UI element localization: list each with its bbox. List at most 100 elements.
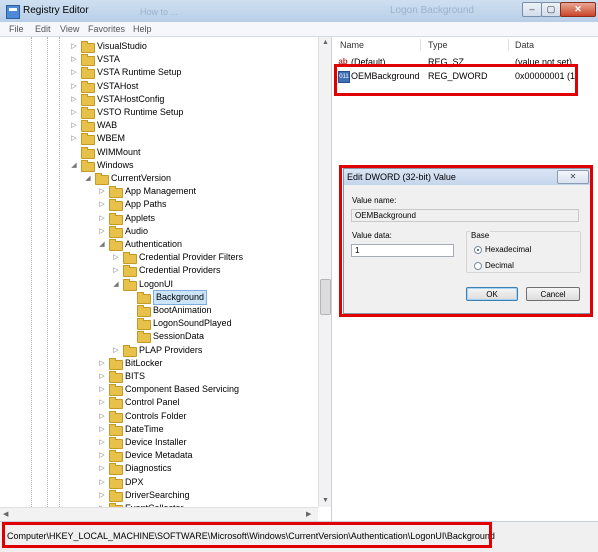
tree-key-plap-providers[interactable]: ▷ PLAP Providers bbox=[0, 344, 318, 357]
expand-arrow-icon[interactable]: ▷ bbox=[98, 476, 106, 489]
expand-arrow-icon[interactable]: ▷ bbox=[70, 132, 78, 145]
scroll-down-icon[interactable]: ▼ bbox=[322, 497, 329, 504]
collapse-arrow-icon[interactable]: ◢ bbox=[70, 159, 78, 172]
key-tree-pane[interactable]: ▷ VisualStudio ▷ VSTA ▷ VSTA Runtime Setup ▷ VS… bbox=[0, 37, 332, 521]
expand-arrow-icon[interactable]: ▷ bbox=[70, 106, 78, 119]
tree-key-bootanimation[interactable]: BootAnimation bbox=[0, 304, 318, 317]
expand-arrow-icon[interactable]: ▷ bbox=[70, 119, 78, 132]
tree-key-device-metadata[interactable]: ▷ Device Metadata bbox=[0, 449, 318, 463]
tree-key-label[interactable]: Controls Folder bbox=[125, 410, 187, 423]
tree-key-label[interactable]: VSTO Runtime Setup bbox=[97, 106, 183, 119]
tree-key-label[interactable]: VSTA Runtime Setup bbox=[97, 66, 181, 79]
tree-key-vstahost[interactable]: ▷ VSTAHost bbox=[0, 80, 318, 93]
tree-key-device-installer[interactable]: ▷ Device Installer bbox=[0, 436, 318, 449]
expand-arrow-icon[interactable]: ▷ bbox=[112, 251, 120, 264]
expand-arrow-icon[interactable]: ▷ bbox=[98, 225, 106, 238]
tree-key-label[interactable]: DateTime bbox=[125, 423, 164, 436]
tree-key-label[interactable]: App Management bbox=[125, 185, 196, 198]
expand-arrow-icon[interactable]: ▷ bbox=[98, 198, 106, 211]
tree-key-label[interactable]: BITS bbox=[125, 370, 145, 383]
tree-key-label[interactable]: Background bbox=[153, 289, 208, 305]
expand-arrow-icon[interactable]: ▷ bbox=[70, 40, 78, 53]
tree-key-wbem[interactable]: ▷ WBEM bbox=[0, 132, 318, 146]
scroll-up-icon[interactable]: ▲ bbox=[322, 39, 329, 46]
menu-favorites[interactable]: Favorites bbox=[88, 24, 125, 34]
tree-key-sessiondata[interactable]: SessionData bbox=[0, 330, 318, 344]
expand-arrow-icon[interactable]: ▷ bbox=[70, 93, 78, 106]
tree-key-label[interactable]: VSTAHost bbox=[97, 80, 138, 93]
column-header-name[interactable]: Name bbox=[340, 40, 364, 50]
tree-key-logonui[interactable]: ◢ LogonUI bbox=[0, 278, 318, 291]
tree-key-label[interactable]: CurrentVersion bbox=[111, 172, 171, 185]
column-separator[interactable] bbox=[508, 39, 509, 51]
tree-key-control-panel[interactable]: ▷ Control Panel bbox=[0, 396, 318, 410]
expand-arrow-icon[interactable]: ▷ bbox=[98, 423, 106, 436]
expand-arrow-icon[interactable]: ▷ bbox=[98, 383, 106, 396]
expand-arrow-icon[interactable]: ▷ bbox=[98, 449, 106, 462]
title-bar[interactable]: Registry Editor How to ... Logon Backgro… bbox=[0, 0, 598, 23]
tree-key-label[interactable]: VisualStudio bbox=[97, 40, 147, 53]
close-button[interactable]: ✕ bbox=[560, 2, 596, 17]
tree-key-currentversion[interactable]: ◢ CurrentVersion bbox=[0, 172, 318, 185]
tree-key-label[interactable]: DPX bbox=[125, 476, 144, 489]
tree-key-credential-providers[interactable]: ▷ Credential Providers bbox=[0, 264, 318, 278]
tree-key-label[interactable]: Credential Providers bbox=[139, 264, 221, 277]
tree-key-label[interactable]: WAB bbox=[97, 119, 117, 132]
tree-key-label[interactable]: Audio bbox=[125, 225, 148, 238]
tree-key-label[interactable]: BitLocker bbox=[125, 357, 163, 370]
expand-arrow-icon[interactable]: ▷ bbox=[98, 396, 106, 409]
expand-arrow-icon[interactable]: ▷ bbox=[70, 53, 78, 66]
tree-vertical-scrollbar[interactable]: ▲ ▼ bbox=[318, 37, 331, 507]
tree-key-label[interactable]: Windows bbox=[97, 159, 134, 172]
tree-key-label[interactable]: WIMMount bbox=[97, 146, 141, 159]
menu-help[interactable]: Help bbox=[133, 24, 152, 34]
tree-key-windows[interactable]: ◢ Windows bbox=[0, 159, 318, 172]
scroll-left-icon[interactable]: ◀ bbox=[3, 510, 8, 518]
menu-view[interactable]: View bbox=[60, 24, 79, 34]
tree-key-label[interactable]: Device Installer bbox=[125, 436, 187, 449]
expand-arrow-icon[interactable]: ▷ bbox=[98, 185, 106, 198]
tree-key-vsta-runtime-setup[interactable]: ▷ VSTA Runtime Setup bbox=[0, 66, 318, 80]
tree-key-label[interactable]: WBEM bbox=[97, 132, 125, 145]
tree-key-vsta[interactable]: ▷ VSTA bbox=[0, 53, 318, 67]
expand-arrow-icon[interactable]: ▷ bbox=[98, 410, 106, 423]
tree-key-visualstudio[interactable]: ▷ VisualStudio bbox=[0, 40, 318, 53]
tree-key-label[interactable]: VSTA bbox=[97, 53, 120, 66]
minimize-button[interactable]: – bbox=[522, 2, 542, 17]
menu-file[interactable]: File bbox=[9, 24, 24, 34]
tree-key-dpx[interactable]: ▷ DPX bbox=[0, 476, 318, 489]
tree-key-label[interactable]: BootAnimation bbox=[153, 304, 212, 317]
tree-key-audio[interactable]: ▷ Audio bbox=[0, 225, 318, 238]
tree-key-label[interactable]: Credential Provider Filters bbox=[139, 251, 243, 264]
scroll-right-icon[interactable]: ▶ bbox=[306, 510, 311, 518]
tree-key-label[interactable]: LogonUI bbox=[139, 278, 173, 291]
expand-arrow-icon[interactable]: ▷ bbox=[112, 264, 120, 277]
tree-key-vsto-runtime-setup[interactable]: ▷ VSTO Runtime Setup bbox=[0, 106, 318, 119]
tree-key-label[interactable]: Authentication bbox=[125, 238, 182, 251]
expand-arrow-icon[interactable]: ▷ bbox=[98, 357, 106, 370]
tree-key-driversearching[interactable]: ▷ DriverSearching bbox=[0, 489, 318, 502]
tree-key-bits[interactable]: ▷ BITS bbox=[0, 370, 318, 383]
tree-key-label[interactable]: DriverSearching bbox=[125, 489, 190, 502]
menu-edit[interactable]: Edit bbox=[35, 24, 51, 34]
column-separator[interactable] bbox=[420, 39, 421, 51]
tree-key-label[interactable]: Device Metadata bbox=[125, 449, 193, 462]
collapse-arrow-icon[interactable]: ◢ bbox=[98, 238, 106, 251]
tree-key-applets[interactable]: ▷ Applets bbox=[0, 212, 318, 225]
tree-key-label[interactable]: Component Based Servicing bbox=[125, 383, 239, 396]
collapse-arrow-icon[interactable]: ◢ bbox=[84, 172, 92, 185]
tree-key-label[interactable]: App Paths bbox=[125, 198, 167, 211]
tree-key-logonsoundplayed[interactable]: LogonSoundPlayed bbox=[0, 317, 318, 331]
tree-key-label[interactable]: Control Panel bbox=[125, 396, 180, 409]
tree-key-label[interactable]: PLAP Providers bbox=[139, 344, 202, 357]
tree-key-component-based-servicing[interactable]: ▷ Component Based Servicing bbox=[0, 383, 318, 397]
expand-arrow-icon[interactable]: ▷ bbox=[98, 462, 106, 475]
tree-key-wimmount[interactable]: WIMMount bbox=[0, 146, 318, 159]
column-header-data[interactable]: Data bbox=[515, 40, 534, 50]
tree-horizontal-scrollbar[interactable]: ◀ ▶ bbox=[0, 507, 318, 521]
tree-key-authentication[interactable]: ◢ Authentication bbox=[0, 238, 318, 251]
tree-key-bitlocker[interactable]: ▷ BitLocker bbox=[0, 357, 318, 370]
tree-key-app-management[interactable]: ▷ App Management bbox=[0, 185, 318, 199]
scrollbar-thumb[interactable] bbox=[320, 279, 331, 315]
tree-key-label[interactable]: Diagnostics bbox=[125, 462, 172, 475]
